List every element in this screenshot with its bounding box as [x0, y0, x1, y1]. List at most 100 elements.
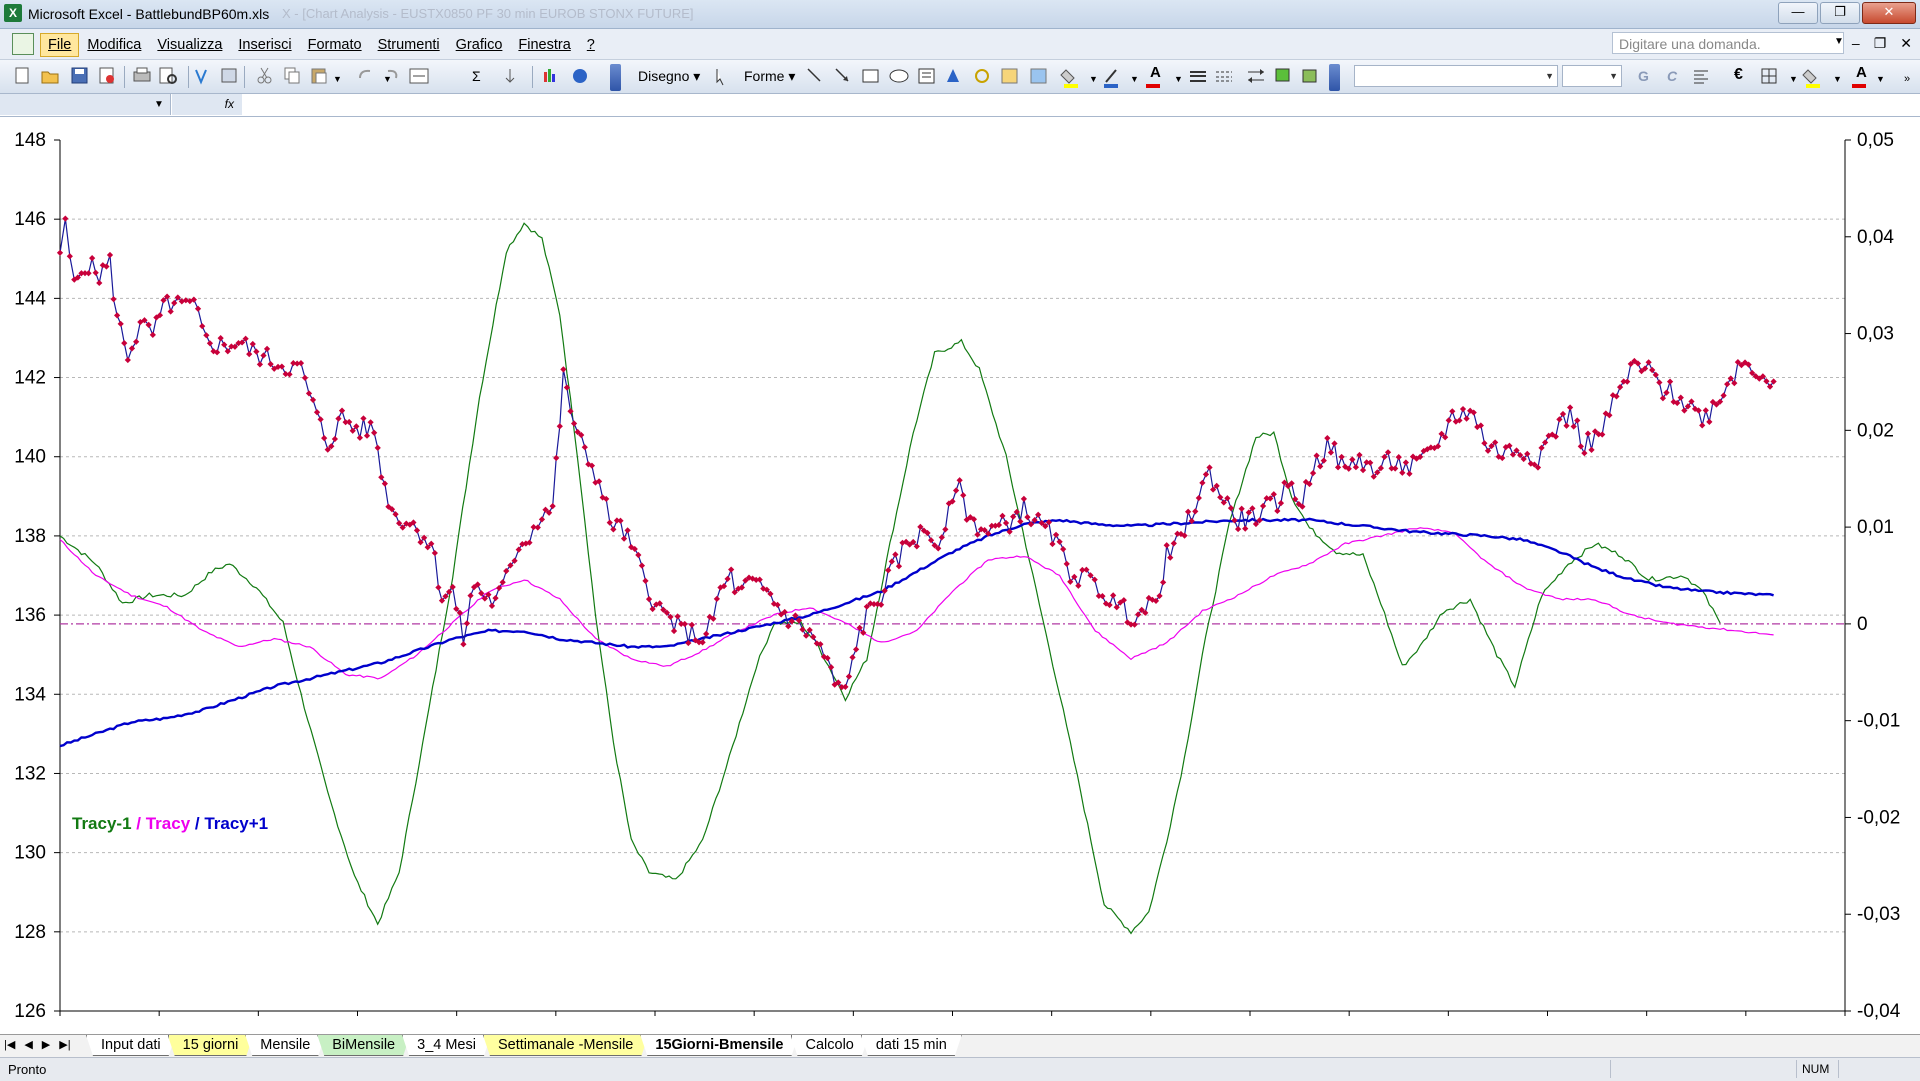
- permission-icon: [99, 67, 114, 84]
- price-marker: [1231, 517, 1238, 524]
- price-marker: [888, 558, 895, 565]
- title-bar: X Microsoft Excel - BattlebundBP60m.xls …: [0, 0, 1920, 29]
- menu-item-help[interactable]: ?: [579, 33, 603, 57]
- sheet-tab[interactable]: Settimanale -Mensile: [483, 1035, 648, 1056]
- menu-item-grafico[interactable]: Grafico: [448, 33, 511, 57]
- price-marker: [1577, 443, 1584, 450]
- y-right-tick-label: -0,04: [1857, 1001, 1901, 1022]
- price-marker: [549, 503, 556, 510]
- y-left-tick-label: 132: [14, 763, 46, 784]
- excel-app-icon[interactable]: X: [4, 4, 22, 22]
- bold-button[interactable]: G: [1638, 68, 1649, 84]
- chart-wizard-icon: [544, 69, 555, 82]
- toolbar-grip[interactable]: [1329, 64, 1340, 91]
- formula-bar: ▼ fx: [0, 94, 1920, 117]
- menu-item-strumenti[interactable]: Strumenti: [370, 33, 448, 57]
- price-marker: [1195, 494, 1202, 502]
- dash-style-icon: [1216, 71, 1232, 82]
- disegno-menu[interactable]: Disegno ▾: [638, 68, 700, 85]
- price-marker: [331, 435, 339, 443]
- price-marker: [167, 308, 174, 315]
- price-marker: [297, 359, 305, 367]
- font-size-combo[interactable]: ▼: [1562, 65, 1622, 87]
- forme-menu[interactable]: Forme ▾: [744, 68, 795, 85]
- print-icon: [133, 67, 151, 82]
- price-marker: [1338, 453, 1345, 461]
- doc-restore-button[interactable]: ❐: [1874, 35, 1887, 52]
- price-marker: [278, 363, 285, 370]
- price-marker: [534, 524, 541, 531]
- price-chart[interactable]: 126 128 130 132 134 136 138 140 142 144 146 148 -0,0…: [0, 116, 1920, 1034]
- sheet-tab[interactable]: 15 giorni: [168, 1035, 254, 1056]
- italic-button[interactable]: C: [1667, 68, 1677, 84]
- price-marker: [1349, 456, 1356, 463]
- sheet-tab[interactable]: BiMensile: [317, 1035, 410, 1056]
- autosum-button[interactable]: Σ: [472, 68, 481, 84]
- menu-item-finestra[interactable]: Finestra: [510, 33, 578, 57]
- price-marker: [1656, 379, 1663, 386]
- insert-function-button[interactable]: fx: [172, 94, 242, 115]
- font-color-letter[interactable]: A: [1150, 64, 1161, 81]
- price-marker: [570, 420, 578, 427]
- sheet-tab[interactable]: 3_4 Mesi: [402, 1035, 491, 1056]
- close-button[interactable]: ✕: [1862, 2, 1916, 24]
- doc-close-button[interactable]: ✕: [1900, 35, 1912, 52]
- y-left-tick-label: 130: [14, 843, 46, 864]
- y-right-tick-label: -0,03: [1857, 904, 1900, 925]
- chevron-down-icon[interactable]: ▼: [1834, 36, 1844, 47]
- sheet-tab[interactable]: dati 15 min: [861, 1035, 962, 1056]
- euro-currency-button[interactable]: €: [1734, 66, 1743, 84]
- y-right-tick-label: 0,01: [1857, 517, 1894, 538]
- chevron-down-icon: ▼: [1545, 71, 1554, 81]
- font-name-combo[interactable]: ▼: [1354, 65, 1558, 87]
- menu-item-inserisci[interactable]: Inserisci: [230, 33, 299, 57]
- font-color-letter[interactable]: A: [1856, 64, 1867, 81]
- price-marker: [249, 340, 256, 348]
- price-marker: [1020, 495, 1028, 502]
- price-marker: [85, 270, 92, 277]
- price-marker: [301, 374, 309, 381]
- menu-item-visualizza[interactable]: Visualizza: [149, 33, 230, 57]
- price-marker: [1199, 479, 1206, 486]
- menu-item-modifica[interactable]: Modifica: [79, 33, 149, 57]
- first-sheet-icon[interactable]: |◀: [4, 1038, 15, 1051]
- chevron-down-icon: ▼: [383, 74, 392, 84]
- minimize-button[interactable]: —: [1778, 2, 1818, 24]
- menu-item-file[interactable]: File: [40, 33, 80, 57]
- y-left-tick-label: 142: [14, 368, 46, 389]
- next-sheet-icon[interactable]: ▶: [42, 1038, 50, 1051]
- price-marker: [1570, 423, 1577, 430]
- sheet-tab[interactable]: Mensile: [245, 1035, 325, 1056]
- y-left-tick-label: 128: [14, 922, 46, 943]
- price-marker: [1160, 579, 1167, 586]
- chevron-down-icon: ▼: [1130, 74, 1139, 84]
- doc-minimize-button[interactable]: –: [1852, 35, 1860, 52]
- price-marker: [199, 323, 206, 330]
- price-marker: [128, 345, 136, 352]
- y-left-tick-label: 144: [14, 288, 46, 309]
- y-right-tick-label: 0,02: [1857, 420, 1894, 441]
- last-sheet-icon[interactable]: ▶|: [59, 1038, 70, 1051]
- prev-sheet-icon[interactable]: ◀: [24, 1038, 32, 1051]
- price-marker: [756, 576, 763, 583]
- sheet-tab[interactable]: Input dati: [86, 1035, 176, 1056]
- menu-item-formato[interactable]: Formato: [300, 33, 370, 57]
- num-lock-indicator: NUM: [1802, 1062, 1830, 1076]
- price-marker: [845, 673, 853, 680]
- help-question-input[interactable]: Digitare una domanda.: [1612, 32, 1844, 54]
- 3d-style-icon: [1302, 69, 1317, 83]
- price-marker: [681, 620, 688, 628]
- toolbar-grip[interactable]: [610, 64, 621, 91]
- sheet-tab[interactable]: Calcolo: [791, 1035, 869, 1056]
- restore-button[interactable]: ❐: [1820, 2, 1860, 24]
- price-marker: [256, 361, 264, 368]
- status-cell: [1838, 1060, 1839, 1078]
- name-box[interactable]: ▼: [0, 94, 171, 115]
- price-marker: [1099, 593, 1106, 600]
- price-marker: [1406, 470, 1413, 477]
- workbook-icon[interactable]: [12, 33, 34, 55]
- price-marker: [194, 305, 202, 312]
- toolbar: ▼ ▼ ▼ ▼ ▼ ▼ ▼ ▼ » Σ Disegno ▾ Forme ▾ A …: [0, 60, 1920, 94]
- sheet-tab[interactable]: 15Giorni-Bmensile: [640, 1035, 798, 1056]
- price-marker: [1581, 449, 1588, 457]
